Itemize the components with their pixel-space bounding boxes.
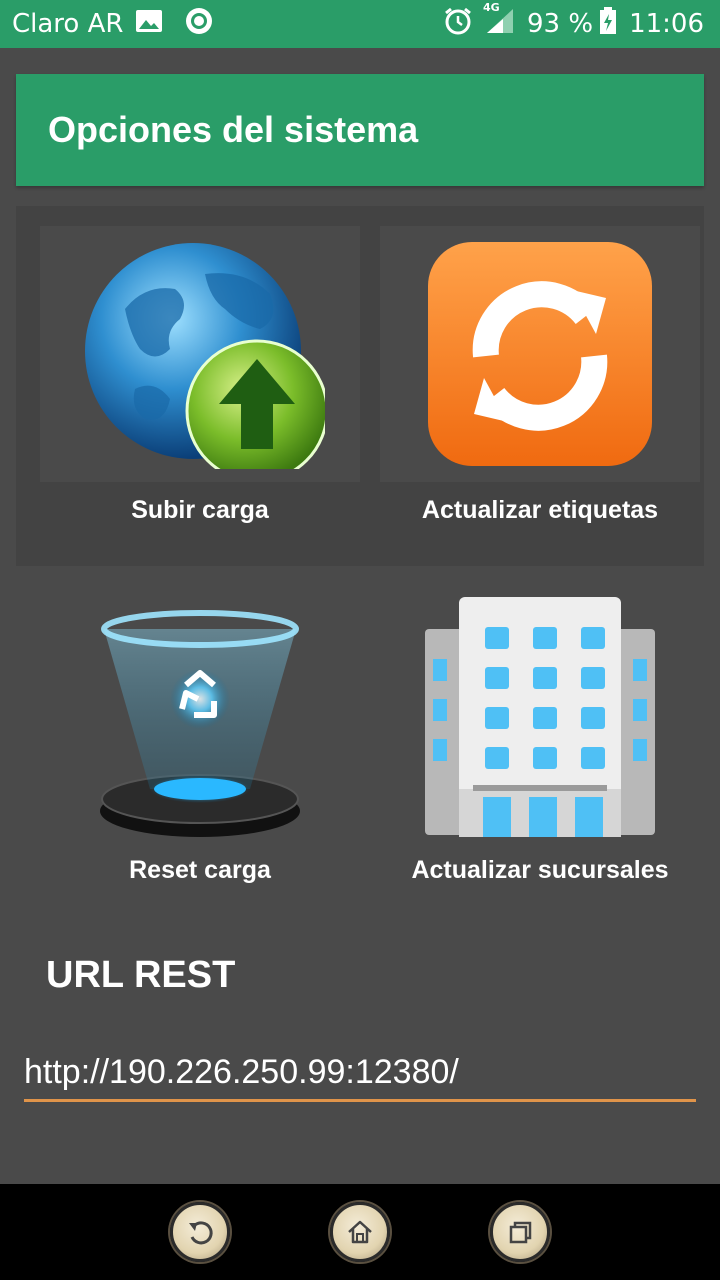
- status-bar: Claro AR 4G 93 % 11:06: [0, 0, 720, 48]
- recents-icon: [509, 1221, 532, 1244]
- back-button[interactable]: [170, 1202, 230, 1262]
- recents-button[interactable]: [490, 1202, 550, 1262]
- update-labels-tile[interactable]: Actualizar etiquetas: [380, 226, 700, 546]
- upload-load-tile[interactable]: Subir carga: [40, 226, 360, 546]
- back-icon: [189, 1221, 213, 1245]
- recycle-bin-icon: [40, 586, 360, 842]
- signal-icon: 4G: [483, 1, 515, 42]
- tile-label: Actualizar sucursales: [411, 856, 669, 884]
- clock: 11:06: [629, 9, 704, 39]
- tile-label: Subir carga: [131, 496, 269, 524]
- record-icon: [185, 7, 213, 42]
- building-icon: [380, 586, 700, 842]
- update-branches-tile[interactable]: Actualizar sucursales: [380, 586, 700, 906]
- reset-load-tile[interactable]: Reset carga: [40, 586, 360, 906]
- home-button[interactable]: [330, 1202, 390, 1262]
- image-icon: [135, 9, 163, 40]
- network-type: 4G: [483, 0, 500, 14]
- battery-charging-icon: [599, 6, 617, 42]
- page-header: Opciones del sistema: [16, 74, 704, 186]
- page-title: Opciones del sistema: [48, 109, 419, 150]
- battery-percent: 93 %: [527, 9, 594, 39]
- home-icon: [348, 1220, 372, 1244]
- tile-label: Reset carga: [129, 856, 271, 884]
- url-rest-input[interactable]: [24, 1046, 696, 1102]
- globe-upload-icon: [40, 226, 360, 482]
- tile-label: Actualizar etiquetas: [421, 496, 659, 524]
- carrier-name: Claro AR: [12, 9, 124, 39]
- app-root: Claro AR 4G 93 % 11:06 Opciones del sist…: [0, 0, 720, 1280]
- url-section-title: URL REST: [46, 954, 236, 996]
- alarm-icon: [443, 6, 473, 43]
- refresh-icon: [380, 226, 700, 482]
- navigation-bar: [0, 1184, 720, 1280]
